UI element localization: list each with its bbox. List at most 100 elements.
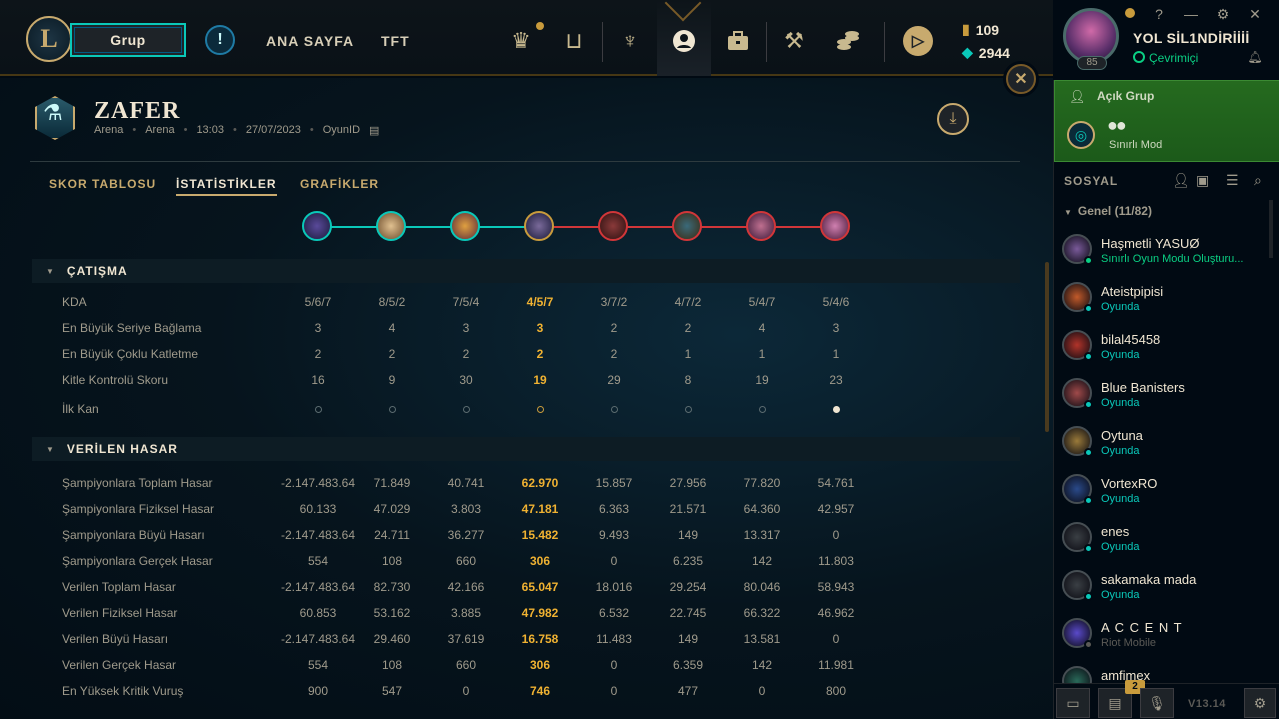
friend-item[interactable]: Oytuna Oyunda xyxy=(1054,420,1268,468)
stats-scrollbar[interactable] xyxy=(1045,262,1049,432)
list-view-icon[interactable]: ☰ xyxy=(1226,172,1239,189)
tab-stats[interactable]: İSTATİSTİKLER xyxy=(176,177,277,196)
download-replay-button[interactable]: ⤓ xyxy=(937,103,969,135)
stat-value: 42.957 xyxy=(817,502,855,516)
champion-portrait[interactable] xyxy=(524,211,554,241)
stat-value: 660 xyxy=(455,554,477,568)
online-status[interactable]: Çevrimiçi xyxy=(1133,51,1198,65)
client-window: L Grup ! ANA SAYFA TFT ♛ ⊔ ♆ ⚒ ▷ ▮ 109 ◆… xyxy=(0,0,1279,719)
stat-value: 29 xyxy=(607,373,621,387)
friend-name: A C C E N T xyxy=(1101,620,1183,635)
profile-icon[interactable] xyxy=(669,26,699,56)
rewards-icon[interactable]: ▷ xyxy=(903,26,933,56)
chat-icon[interactable]: ▭ xyxy=(1056,688,1090,718)
stat-value: 9.493 xyxy=(598,528,630,542)
stat-value: 142 xyxy=(751,554,773,568)
stat-value: 900 xyxy=(307,684,329,698)
stat-row: Şampiyonlara Fiziksel Hasar 60.133 47.029 3… xyxy=(0,496,1020,522)
friend-item[interactable]: bilal45458 Oyunda xyxy=(1054,324,1268,372)
friend-item[interactable]: VortexRO Oyunda xyxy=(1054,468,1268,516)
stat-value: 58.943 xyxy=(817,580,855,594)
stat-value: -2.147.483.64 xyxy=(280,528,356,542)
friend-name: VortexRO xyxy=(1101,476,1158,491)
stat-value: 149 xyxy=(677,528,699,542)
presence-dot xyxy=(1084,256,1093,265)
report-bug-icon[interactable]: ⚙ xyxy=(1244,688,1276,718)
section-damage-header[interactable]: ▼ VERİLEN HASAR xyxy=(32,437,1020,461)
champion-portrait[interactable] xyxy=(746,211,776,241)
events-crown-icon[interactable]: ♛ xyxy=(506,26,536,56)
champion-portrait[interactable] xyxy=(376,211,406,241)
stat-label: Şampiyonlara Büyü Hasarı xyxy=(62,528,205,542)
stat-value: 5/6/7 xyxy=(304,295,332,309)
tab-scoreboard[interactable]: SKOR TABLOSU xyxy=(49,177,156,191)
stat-value: 3 xyxy=(536,321,544,335)
stat-value: 2 xyxy=(610,321,618,335)
chevron-down-icon: ▼ xyxy=(46,266,55,276)
stat-value: 4/7/2 xyxy=(674,295,702,309)
copy-icon[interactable]: ▤ xyxy=(369,124,379,137)
open-party-card[interactable]: 👤︎ Açık Grup ◎ ●● Sınırlı Mod xyxy=(1054,80,1279,162)
champion-portrait[interactable] xyxy=(598,211,628,241)
friend-item[interactable]: sakamaka mada Oyunda xyxy=(1054,564,1268,612)
store-coins-icon[interactable] xyxy=(833,26,863,56)
stat-label: Verilen Toplam Hasar xyxy=(62,580,176,594)
stat-value: 47.982 xyxy=(521,606,559,620)
friend-item[interactable]: Ateistpipisi Oyunda xyxy=(1054,276,1268,324)
arena-flask-icon: ⚗ xyxy=(43,100,63,125)
league-logo-icon[interactable]: L xyxy=(26,16,72,62)
profile-trophy-icon[interactable]: ♆ xyxy=(615,26,645,56)
game-id-copy[interactable]: OyunID xyxy=(323,124,360,137)
champion-portrait[interactable] xyxy=(450,211,480,241)
champion-portrait[interactable] xyxy=(672,211,702,241)
stat-value: 0 xyxy=(610,684,618,698)
stat-value: 9 xyxy=(388,373,396,387)
friend-item[interactable]: Haşmetli YASUØ Sınırlı Oyun Modu Oluşturu… xyxy=(1054,228,1268,276)
stat-value: 18.016 xyxy=(595,580,633,594)
stat-value: 2 xyxy=(314,347,322,361)
stat-value: 108 xyxy=(381,658,403,672)
alert-icon[interactable]: ! xyxy=(205,25,235,55)
stat-value: 29.460 xyxy=(373,632,411,646)
stat-value: 40.741 xyxy=(447,476,485,490)
pass-icon[interactable]: ⊔ xyxy=(559,26,589,56)
add-folder-icon[interactable]: ▣ xyxy=(1196,172,1209,189)
close-window-icon[interactable]: ✕ xyxy=(1245,6,1265,23)
friend-item[interactable]: Blue Banisters Oyunda xyxy=(1054,372,1268,420)
nav-tft[interactable]: TFT xyxy=(381,33,410,49)
voice-mic-icon[interactable]: 🎙︎ xyxy=(1140,688,1174,718)
bottom-toolbar: ▭ ▤ 2 🎙︎ V13.14 ⚙ xyxy=(1054,680,1279,719)
friend-activity: Oyunda xyxy=(1101,301,1140,313)
champion-portrait[interactable] xyxy=(820,211,850,241)
add-friend-icon[interactable]: 👤︎ xyxy=(1172,172,1190,189)
friend-item[interactable]: A C C E N T Riot Mobile xyxy=(1054,612,1268,660)
collection-bag-icon[interactable] xyxy=(723,26,753,56)
stat-value: 746 xyxy=(529,684,551,698)
game-mode-icon: ◎ xyxy=(1067,121,1095,149)
stat-value: 4/5/7 xyxy=(526,295,554,309)
section-combat-header[interactable]: ▼ ÇATIŞMA xyxy=(32,259,1020,283)
champion-portrait[interactable] xyxy=(302,211,332,241)
nav-home[interactable]: ANA SAYFA xyxy=(266,33,354,49)
stat-label: Kitle Kontrolü Skoru xyxy=(62,373,169,387)
friend-name: Haşmetli YASUØ xyxy=(1101,236,1200,251)
stat-value: 306 xyxy=(529,554,551,568)
stat-value: -2.147.483.64 xyxy=(280,632,356,646)
loot-crafting-icon[interactable]: ⚒ xyxy=(779,26,809,56)
settings-gear-icon[interactable]: ⚙ xyxy=(1213,6,1233,23)
minimize-icon[interactable]: — xyxy=(1181,6,1201,22)
stat-value: 149 xyxy=(677,632,699,646)
notifications-bell-icon[interactable]: 🔔︎ xyxy=(1245,50,1265,64)
tab-graphs[interactable]: GRAFİKLER xyxy=(300,177,379,191)
friends-scrollbar[interactable] xyxy=(1269,200,1273,258)
friend-group-header[interactable]: ▼ Genel (11/82) xyxy=(1064,204,1152,218)
party-button[interactable]: Grup xyxy=(70,23,186,57)
team-link-blue xyxy=(317,226,539,228)
search-icon[interactable]: ⌕ xyxy=(1254,172,1262,189)
stat-value: 2 xyxy=(462,347,470,361)
close-stats-button[interactable]: ✕ xyxy=(1006,64,1036,94)
help-icon[interactable]: ? xyxy=(1149,6,1169,22)
stat-value: 42.166 xyxy=(447,580,485,594)
stat-value: 6.532 xyxy=(598,606,630,620)
friend-item[interactable]: enes Oyunda xyxy=(1054,516,1268,564)
